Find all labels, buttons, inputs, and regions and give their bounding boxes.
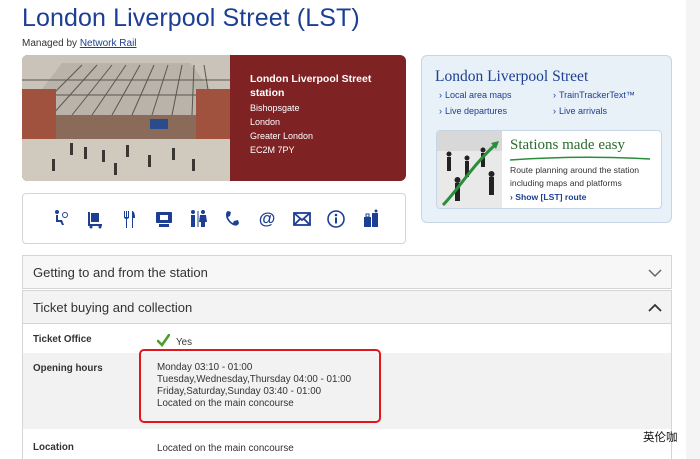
accordion-title: Ticket buying and collection <box>33 299 193 315</box>
page-scrollbar[interactable] <box>686 0 700 459</box>
opening-hours-label: Opening hours <box>33 363 103 374</box>
accordion-ticket-buying[interactable]: Ticket buying and collection <box>22 290 672 324</box>
title-underline-icon <box>510 156 650 161</box>
address-postcode: EC2M 7PY <box>250 145 295 155</box>
ticket-office-value: Yes <box>157 334 192 349</box>
chevron-up-icon <box>648 303 662 312</box>
food-icon[interactable] <box>112 204 147 234</box>
chevron-right-icon: › <box>439 90 442 100</box>
address-line-2: London <box>250 117 281 127</box>
live-arrivals-label: Live arrivals <box>559 106 608 116</box>
managed-by: Managed by Network Rail <box>22 38 137 49</box>
accordion-getting-to-station[interactable]: Getting to and from the station <box>22 255 672 289</box>
cash-machine-icon[interactable] <box>147 204 182 234</box>
trolley-icon[interactable] <box>78 204 113 234</box>
checkmark-icon <box>157 334 170 347</box>
chevron-right-icon: › <box>439 106 442 116</box>
traintrackertext-link[interactable]: › TrainTrackerText™ <box>553 90 635 100</box>
show-route-link[interactable]: › Show [LST] route <box>510 192 586 202</box>
accessibility-icon[interactable] <box>43 204 78 234</box>
telephone-icon[interactable] <box>216 204 251 234</box>
ticket-office-yes: Yes <box>176 337 192 348</box>
watermark: 英伦咖 <box>643 430 678 444</box>
station-name: London Liverpool Street station <box>250 73 372 99</box>
facilities-bar: @ <box>22 193 406 244</box>
ticket-office-label: Ticket Office <box>33 334 92 345</box>
address-line-1: Bishopsgate <box>250 103 300 113</box>
local-area-maps-label: Local area maps <box>445 90 512 100</box>
table-row: Location Located on the main concourse <box>23 429 671 459</box>
stations-made-easy-banner[interactable]: Stations made easy Route planning around… <box>436 130 662 209</box>
station-address-block: London Liverpool Street station Bishopsg… <box>250 72 406 157</box>
address-line-3: Greater London <box>250 131 314 141</box>
live-arrivals-link[interactable]: › Live arrivals <box>553 106 607 116</box>
page-title: London Liverpool Street (LST) <box>22 4 360 32</box>
stations-made-easy-description: Route planning around the station includ… <box>510 165 640 188</box>
location-value: Located on the main concourse <box>157 443 294 454</box>
managed-by-prefix: Managed by <box>22 38 78 49</box>
show-route-label: Show [LST] route <box>515 192 587 202</box>
location-label: Location <box>33 442 74 453</box>
station-photo <box>22 55 230 181</box>
live-departures-label: Live departures <box>445 106 508 116</box>
highlight-annotation-box <box>139 349 381 423</box>
station-promo-panel: London Liverpool Street › Local area maps… <box>421 55 672 223</box>
svg-text:@: @ <box>259 209 276 228</box>
toilets-icon[interactable] <box>181 204 216 234</box>
promo-title: London Liverpool Street <box>435 68 589 85</box>
post-box-icon[interactable] <box>285 204 320 234</box>
local-area-maps-link[interactable]: › Local area maps <box>439 90 512 100</box>
information-icon[interactable] <box>319 204 354 234</box>
station-hero: London Liverpool Street station Bishopsg… <box>22 55 406 181</box>
internet-icon[interactable]: @ <box>250 204 285 234</box>
network-rail-link[interactable]: Network Rail <box>80 38 137 49</box>
traintrackertext-label: TrainTrackerText™ <box>559 90 635 100</box>
chevron-right-icon: › <box>553 106 556 116</box>
left-luggage-icon[interactable] <box>354 204 389 234</box>
chevron-down-icon <box>648 269 662 278</box>
stations-made-easy-title: Stations made easy <box>510 137 625 153</box>
stations-made-easy-photo <box>437 131 502 208</box>
accordion-title: Getting to and from the station <box>33 264 208 280</box>
chevron-right-icon: › <box>553 90 556 100</box>
live-departures-link[interactable]: › Live departures <box>439 106 507 116</box>
